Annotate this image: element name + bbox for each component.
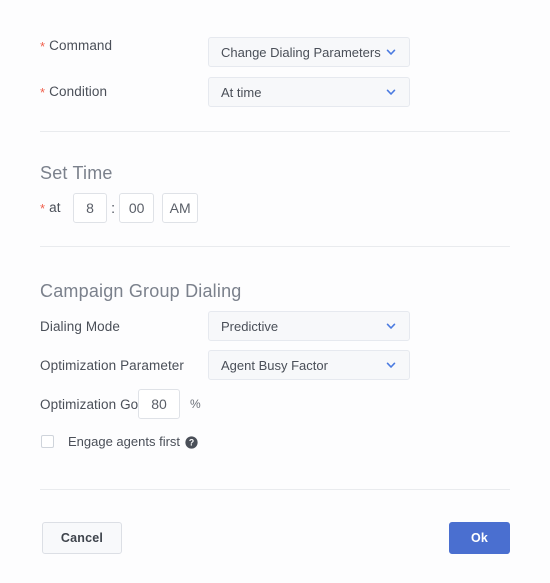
condition-row: * Condition [40,84,107,99]
condition-label: * Condition [40,84,108,100]
chevron-down-icon [386,89,396,95]
engage-agents-first-row[interactable]: Engage agents first ? [41,434,198,449]
svg-text:?: ? [189,438,194,448]
set-time-heading: Set Time [40,163,113,183]
command-select-value: Change Dialing Parameters [221,44,381,60]
dialing-mode-select[interactable]: Predictive [208,311,410,341]
required-asterisk: * [40,85,46,100]
meridiem-input[interactable]: AM [162,193,199,223]
optimization-goal-row: Optimization Goal [40,397,149,412]
condition-select-value: At time [221,84,262,100]
at-label: * at [40,200,61,216]
divider-middle [40,246,510,247]
time-separator: : [111,199,116,217]
condition-select-control[interactable]: At time [208,77,410,107]
optimization-parameter-select-control[interactable]: Agent Busy Factor [208,350,410,380]
schedule-command-dialog: * Command Change Dialing Parameters * Cond… [0,0,550,583]
chevron-down-icon [386,323,396,329]
optimization-parameter-select[interactable]: Agent Busy Factor [208,350,410,380]
condition-select[interactable]: At time [208,77,410,107]
command-select[interactable]: Change Dialing Parameters [208,37,410,67]
chevron-down-icon [386,362,396,368]
set-time-row: * at [40,200,61,215]
dialing-mode-label: Dialing Mode [40,319,120,334]
optimization-parameter-row: Optimization Parameter [40,358,184,373]
time-inputs: 8 : 00 AM [73,193,199,223]
command-label: * Command [40,38,113,54]
divider-top [40,131,510,132]
optimization-goal-input[interactable]: 80 [138,389,180,419]
required-asterisk: * [40,39,46,54]
hour-input[interactable]: 8 [73,193,107,223]
divider-footer [40,489,510,490]
ok-button[interactable]: Ok [449,522,510,554]
command-select-control[interactable]: Change Dialing Parameters [208,37,410,67]
cancel-button[interactable]: Cancel [42,522,122,554]
percent-unit-label: % [190,397,201,411]
minute-input[interactable]: 00 [119,193,155,223]
engage-agents-first-checkbox[interactable] [41,435,54,448]
dialing-mode-select-control[interactable]: Predictive [208,311,410,341]
dialing-mode-row: Dialing Mode [40,319,120,334]
help-circle-icon[interactable]: ? [185,436,198,449]
required-asterisk: * [40,201,46,216]
dialing-mode-select-value: Predictive [221,318,279,334]
optimization-parameter-select-value: Agent Busy Factor [221,357,328,373]
optimization-goal-label: Optimization Goal [40,397,149,412]
chevron-down-icon [386,49,396,55]
engage-agents-first-label: Engage agents first [68,434,181,449]
campaign-group-dialing-heading: Campaign Group Dialing [40,281,242,301]
optimization-goal-field: 80 % [138,389,201,419]
optimization-parameter-label: Optimization Parameter [40,358,185,373]
command-row: * Command [40,38,112,53]
